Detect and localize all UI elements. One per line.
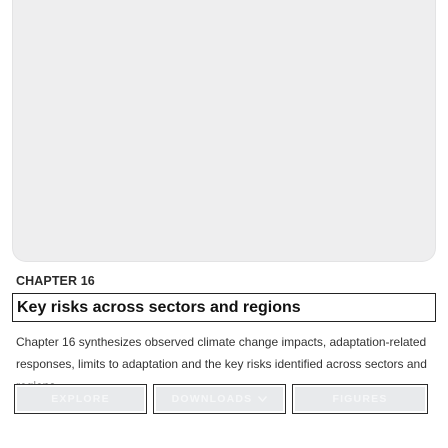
figures-button[interactable]: FIGURES bbox=[292, 384, 428, 414]
figures-button-label: FIGURES bbox=[332, 393, 388, 405]
chapter-title-link[interactable]: Key risks across sectors and regions bbox=[12, 293, 436, 322]
action-buttons: EXPLORE DOWNLOADS FIGURES bbox=[14, 384, 434, 414]
chapter-title: Key risks across sectors and regions bbox=[17, 298, 301, 316]
hero-image-placeholder bbox=[12, 0, 436, 262]
downloads-button-label: DOWNLOADS bbox=[171, 393, 253, 405]
explore-button[interactable]: EXPLORE bbox=[14, 384, 147, 414]
chapter-eyebrow: CHAPTER 16 bbox=[16, 274, 95, 288]
chevron-down-icon bbox=[258, 394, 268, 404]
downloads-button[interactable]: DOWNLOADS bbox=[153, 384, 286, 414]
explore-button-label: EXPLORE bbox=[51, 393, 110, 405]
